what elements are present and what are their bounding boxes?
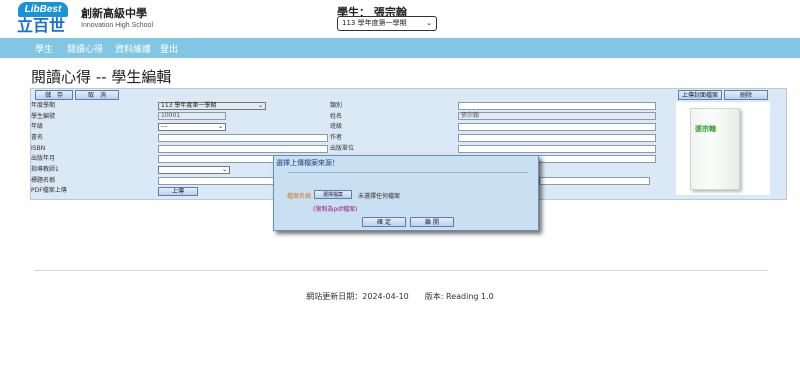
dialog-divider [288, 172, 528, 173]
pdf-label: PDF檔案上傳 [31, 187, 67, 194]
teacher-label: 指導教師1 [31, 166, 59, 173]
author-label: 作者 [330, 134, 343, 141]
nav-item-logout[interactable]: 登出 [160, 42, 178, 55]
year-select[interactable]: 113 學年度第一學期 ⌄ [158, 102, 266, 110]
book-cover-image: 張宗翰 [690, 108, 740, 190]
logo-top-text: LibBest [18, 2, 68, 17]
semester-select[interactable]: 113 學年度第一學期 ⌄ [337, 16, 437, 31]
student-id-label: 學生編號 [31, 113, 56, 120]
nav-item-data[interactable]: 資料維護 [115, 42, 151, 55]
student-id-field: 10001 [158, 112, 226, 120]
dialog-close-button[interactable]: 離 開 [410, 217, 454, 227]
grade-select[interactable]: --- ⌄ [158, 123, 226, 131]
year-label: 年度學期 [31, 102, 56, 109]
chevron-down-icon: ⌄ [217, 123, 223, 130]
name-label: 姓名 [330, 113, 343, 120]
nav-item-student[interactable]: 學生 [35, 42, 53, 55]
file-name-label: 檔案名稱 [287, 193, 312, 200]
nav-bar: 學生 閱讀心得 資料維護 登出 [0, 38, 800, 58]
publisher-label: 出版單位 [330, 145, 355, 152]
pdf-upload-button[interactable]: 上傳 [158, 187, 198, 196]
title-label: 書名 [31, 134, 44, 141]
save-button[interactable]: 儲 存 [35, 90, 73, 100]
chevron-down-icon: ⌄ [426, 19, 432, 27]
no-file-text: 未選擇任何檔案 [358, 193, 401, 200]
book-cover-name: 張宗翰 [695, 125, 716, 133]
chevron-down-icon: ⌄ [221, 166, 227, 173]
category-label: 類別 [330, 102, 343, 109]
grade-label: 年級 [31, 123, 44, 130]
libbest-logo: LibBest 立百世 [10, 2, 70, 36]
footer-divider [34, 270, 768, 271]
year-value: 113 學年度第一學期 [161, 102, 217, 109]
name-field: 張宗翰 [458, 112, 656, 120]
teacher-select[interactable]: ⌄ [158, 166, 230, 174]
delete-button[interactable]: 刪除 [724, 90, 768, 100]
class-label: 班級 [330, 123, 343, 130]
semester-selected: 113 學年度第一學期 [342, 19, 407, 27]
extra-field-2[interactable] [539, 177, 650, 185]
title-field[interactable] [158, 134, 328, 142]
isbn-field[interactable] [158, 145, 328, 153]
pdf-hint: (限制為pdf檔案) [313, 206, 358, 213]
footer-text: 網站更新日期：2024-04-10 版本: Reading 1.0 [306, 292, 494, 301]
category-field[interactable] [458, 102, 656, 110]
cancel-button[interactable]: 取 消 [75, 90, 119, 100]
school-name: 創新高級中學 [81, 7, 147, 20]
pub-date-label: 出版年月 [31, 155, 56, 162]
choose-file-button[interactable]: 選擇檔案 [314, 190, 352, 199]
nav-item-reading[interactable]: 閱讀心得 [67, 42, 103, 55]
class-field[interactable] [458, 123, 656, 131]
dialog-ok-button[interactable]: 確 定 [362, 217, 406, 227]
author-field[interactable] [458, 134, 656, 142]
grade-value: --- [161, 123, 168, 130]
cover-preview: 張宗翰 [676, 102, 770, 195]
upload-cover-button[interactable]: 上傳封面檔案 [678, 90, 722, 100]
chevron-down-icon: ⌄ [257, 102, 263, 109]
isbn-label: ISBN [31, 145, 46, 152]
dialog-title: 選擇上傳檔案來源！ [276, 159, 339, 167]
subtitle-label: 標題名稱 [31, 177, 56, 184]
school-name-en: Innovation High School [81, 22, 153, 29]
publisher-field[interactable] [458, 145, 656, 153]
logo-bottom-text: 立百世 [16, 16, 65, 35]
page-title: 閱讀心得 -- 學生編輯 [31, 68, 172, 86]
upload-dialog: 選擇上傳檔案來源！ 檔案名稱 選擇檔案 未選擇任何檔案 (限制為pdf檔案) 確… [273, 155, 539, 231]
